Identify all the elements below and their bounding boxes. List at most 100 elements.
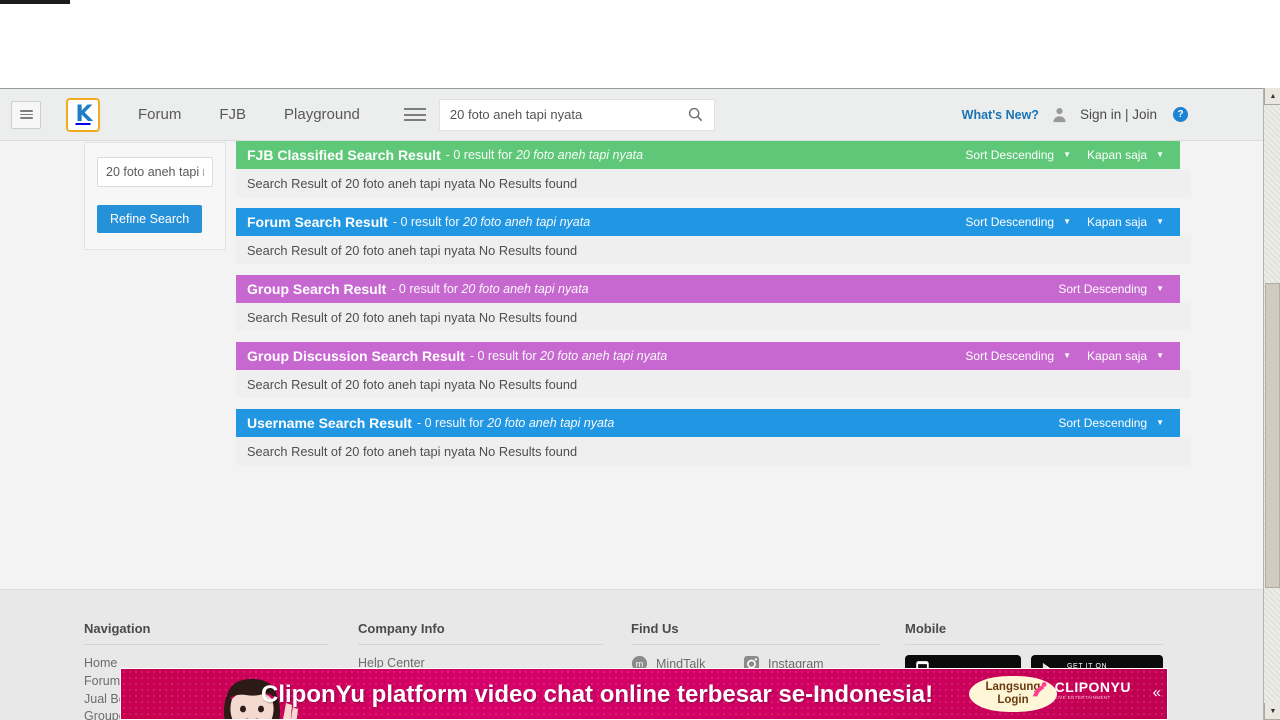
search-result-title: Forum Search Result [247, 214, 388, 230]
cliponyu-mascot-icon [1032, 681, 1047, 696]
scroll-down-arrow[interactable]: ▼ [1264, 703, 1280, 720]
search-category-icon[interactable] [403, 105, 426, 125]
whats-new-link[interactable]: What's New? [962, 108, 1039, 122]
ad-advertiser-logo: CLIPONYU LIVE ENTERTAINMENT [1030, 679, 1131, 700]
page-body: Refine Search FJB Classified Search Resu… [0, 141, 1263, 720]
search-result-empty-message: Search Result of 20 foto aneh tapi nyata… [236, 437, 1191, 465]
kaskus-logo[interactable]: K [66, 97, 100, 132]
search-result-empty-text: Search Result of 20 foto aneh tapi nyata… [247, 242, 578, 258]
refine-search-panel: Refine Search [84, 142, 226, 250]
collapse-left-icon[interactable]: « [1153, 685, 1161, 700]
search-results-list: FJB Classified Search Result - 0 result f… [236, 141, 1191, 476]
search-result-count: - 0 result for 20 foto aneh tapi nyata [445, 148, 644, 162]
time-filter-dropdown[interactable]: Kapan saja ▼ [1079, 215, 1172, 229]
chevron-down-icon: ▼ [1063, 217, 1072, 226]
ad-banner[interactable]: CliponYu platform video chat online terb… [120, 668, 1168, 720]
refine-search-input[interactable] [97, 157, 213, 187]
search-result-title: FJB Classified Search Result [247, 147, 441, 163]
search-result-count: - 0 result for 20 foto aneh tapi nyata [392, 215, 591, 229]
search-result-query: 20 foto aneh tapi nyata [515, 148, 644, 162]
sort-order-dropdown[interactable]: Sort Descending ▼ [1050, 416, 1172, 430]
search-icon[interactable] [687, 106, 704, 123]
vertical-scrollbar[interactable]: ▲ ▼ [1263, 88, 1280, 720]
sort-order-dropdown[interactable]: Sort Descending ▼ [957, 148, 1079, 162]
search-result-title: Group Discussion Search Result [247, 348, 465, 364]
scroll-up-arrow[interactable]: ▲ [1264, 88, 1280, 105]
search-result-count: - 0 result for 20 foto aneh tapi nyata [416, 416, 615, 430]
search-result-block: Group Search Result - 0 result for 20 fot… [236, 275, 1191, 331]
search-result-controls: Sort Descending ▼ Kapan saja ▼ [957, 148, 1180, 162]
sort-order-dropdown[interactable]: Sort Descending ▼ [957, 215, 1079, 229]
signin-join-link[interactable]: Sign in | Join [1080, 107, 1157, 122]
browser-viewport: K Forum FJB Playground 20 foto aneh tapi… [0, 88, 1280, 720]
search-result-empty-text: Search Result of 20 foto aneh tapi nyata… [247, 443, 578, 459]
sort-order-label: Sort Descending [1058, 416, 1148, 430]
footer-heading-mobile: Mobile [905, 621, 1163, 645]
search-result-empty-message: Search Result of 20 foto aneh tapi nyata… [236, 370, 1191, 398]
header-right-group: What's New? Sign in | Join ? [962, 106, 1263, 123]
sort-order-label: Sort Descending [1058, 282, 1148, 296]
ad-cta-line2: Login [997, 694, 1029, 706]
nav-fjb[interactable]: FJB [219, 106, 246, 123]
search-result-header: FJB Classified Search Result - 0 result f… [236, 141, 1180, 169]
chevron-down-icon: ▼ [1156, 150, 1164, 159]
search-result-empty-message: Search Result of 20 foto aneh tapi nyata… [236, 169, 1191, 197]
time-filter-label: Kapan saja [1087, 349, 1148, 363]
search-result-title: Username Search Result [247, 415, 412, 431]
time-filter-dropdown[interactable]: Kapan saja ▼ [1079, 148, 1172, 162]
window-chrome-bar [0, 0, 70, 4]
sort-order-dropdown[interactable]: Sort Descending ▼ [957, 349, 1079, 363]
search-result-empty-text: Search Result of 20 foto aneh tapi nyata… [247, 175, 578, 191]
menu-toggle-button[interactable] [11, 100, 41, 129]
footer-heading-company: Company Info [358, 621, 603, 645]
search-result-controls: Sort Descending ▼ [1050, 416, 1180, 430]
search-result-query: 20 foto aneh tapi nyata [540, 349, 668, 363]
sort-order-label: Sort Descending [965, 349, 1055, 363]
chevron-down-icon: ▼ [1156, 418, 1164, 427]
search-result-query: 20 foto aneh tapi nyata [487, 416, 615, 430]
time-filter-label: Kapan saja [1087, 148, 1148, 162]
search-result-controls: Sort Descending ▼ Kapan saja ▼ [957, 349, 1180, 363]
search-input[interactable] [449, 107, 687, 122]
search-result-block: FJB Classified Search Result - 0 result f… [236, 141, 1191, 197]
search-result-empty-text: Search Result of 20 foto aneh tapi nyata… [247, 309, 578, 325]
ad-headline: CliponYu platform video chat online terb… [261, 681, 934, 708]
search-result-header: Group Search Result - 0 result for 20 fot… [236, 275, 1180, 303]
search-result-title: Group Search Result [247, 281, 387, 297]
scrollbar-thumb[interactable] [1265, 283, 1280, 588]
search-box [438, 98, 715, 131]
sort-order-label: Sort Descending [965, 215, 1055, 229]
chevron-down-icon: ▼ [1156, 217, 1164, 226]
search-result-empty-message: Search Result of 20 foto aneh tapi nyata… [236, 303, 1191, 331]
nav-forum[interactable]: Forum [138, 106, 181, 123]
help-icon[interactable]: ? [1173, 107, 1188, 122]
search-result-header: Username Search Result - 0 result for 20 … [236, 409, 1180, 437]
ad-logo-text-group: CLIPONYU LIVE ENTERTAINMENT [1054, 679, 1131, 700]
chevron-down-icon: ▼ [1063, 150, 1072, 159]
nav-playground[interactable]: Playground [284, 106, 360, 123]
refine-search-button[interactable]: Refine Search [97, 205, 203, 233]
search-result-count: - 0 result for 20 foto aneh tapi nyata [391, 282, 589, 296]
search-result-query: 20 foto aneh tapi nyata [461, 282, 589, 296]
chevron-down-icon: ▼ [1156, 284, 1164, 293]
footer-heading-find-us: Find Us [631, 621, 881, 645]
search-result-block: Group Discussion Search Result - 0 result… [236, 342, 1191, 398]
site-header: K Forum FJB Playground 20 foto aneh tapi… [0, 89, 1263, 141]
chevron-down-icon: ▼ [1063, 351, 1072, 360]
footer-heading-navigation: Navigation [84, 621, 329, 645]
search-result-empty-text: Search Result of 20 foto aneh tapi nyata… [247, 376, 578, 392]
search-result-block: Username Search Result - 0 result for 20 … [236, 409, 1191, 465]
logo-letter: K [75, 101, 92, 127]
chevron-down-icon: ▼ [1156, 351, 1164, 360]
user-avatar-icon [1051, 106, 1068, 123]
time-filter-dropdown[interactable]: Kapan saja ▼ [1079, 349, 1172, 363]
header-search [403, 98, 715, 131]
search-result-header: Group Discussion Search Result - 0 result… [236, 342, 1180, 370]
sort-order-dropdown[interactable]: Sort Descending ▼ [1050, 282, 1172, 296]
search-result-controls: Sort Descending ▼ [1050, 282, 1180, 296]
sort-order-label: Sort Descending [965, 148, 1055, 162]
time-filter-label: Kapan saja [1087, 215, 1148, 229]
scrollbar-track[interactable] [1264, 105, 1280, 703]
search-result-header: Forum Search Result - 0 result for 20 fot… [236, 208, 1180, 236]
search-result-empty-message: Search Result of 20 foto aneh tapi nyata… [236, 236, 1191, 264]
